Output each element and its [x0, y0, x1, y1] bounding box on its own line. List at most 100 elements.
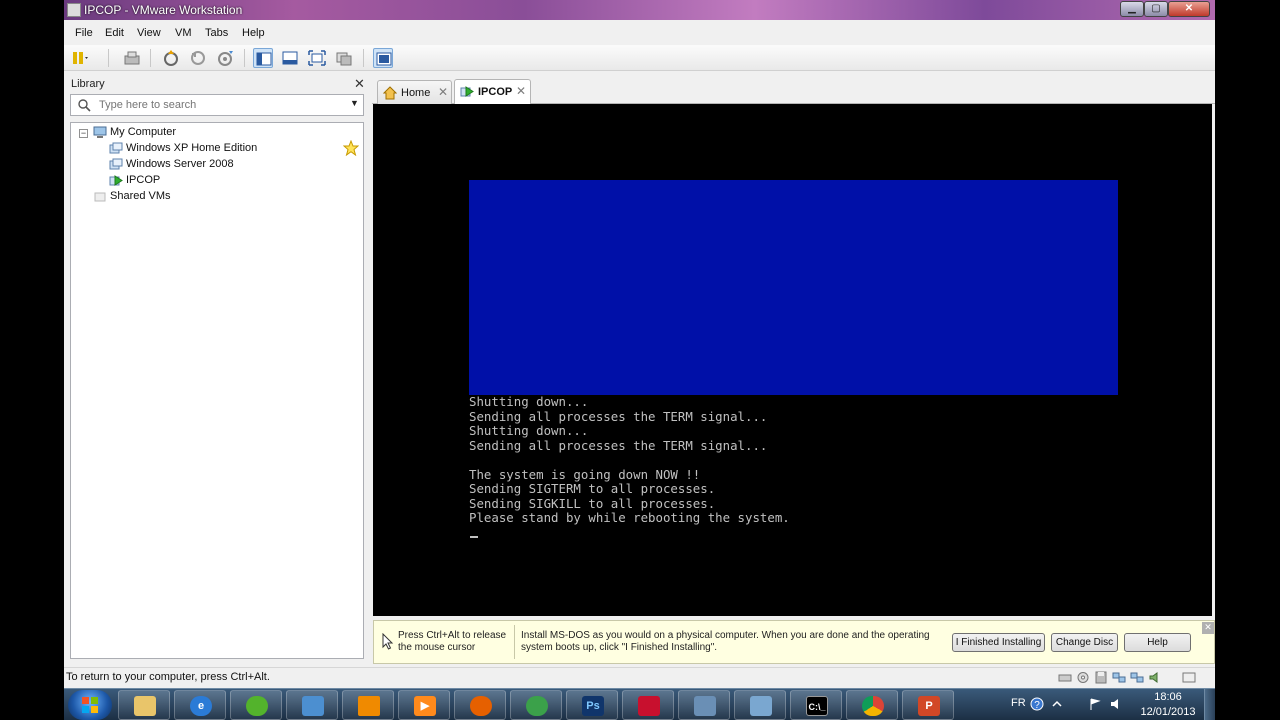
- language-indicator[interactable]: FR: [1011, 697, 1026, 709]
- shared-vms-icon: [94, 192, 106, 202]
- clock-time[interactable]: 18:06: [1140, 691, 1196, 703]
- show-thumbnail-bar-icon[interactable]: [280, 48, 300, 68]
- menu-tabs[interactable]: Tabs: [205, 27, 228, 39]
- console-line: Sending SIGTERM to all processes.: [469, 481, 716, 496]
- library-title: Library: [71, 78, 105, 90]
- taskbar-acrobat[interactable]: [622, 690, 674, 720]
- sound-card-icon[interactable]: [1148, 671, 1162, 684]
- taskbar-media-player[interactable]: ▶: [398, 690, 450, 720]
- tree-node-label: My Computer: [110, 126, 177, 138]
- cd-drive-icon[interactable]: [1076, 671, 1090, 684]
- hard-disk-icon[interactable]: [1058, 671, 1072, 684]
- help-button[interactable]: Help: [1124, 633, 1191, 652]
- floppy-icon[interactable]: [1094, 671, 1108, 684]
- unity-icon[interactable]: [334, 48, 354, 68]
- running-vm-icon: [109, 175, 123, 186]
- menu-file[interactable]: File: [75, 27, 93, 39]
- taskbar-vmware[interactable]: [678, 690, 730, 720]
- i-finished-installing-button[interactable]: I Finished Installing: [952, 633, 1045, 652]
- clock-date[interactable]: 12/01/2013: [1134, 706, 1202, 718]
- tab-strip: Home ✕ IPCOP ✕: [372, 74, 1215, 104]
- vm-icon: [109, 158, 123, 170]
- console-line: Please stand by while rebooting the syst…: [469, 510, 790, 525]
- collapse-icon[interactable]: −: [79, 129, 88, 138]
- help-icon[interactable]: ?: [1030, 697, 1044, 711]
- taskbar-powerpoint[interactable]: P: [902, 690, 954, 720]
- close-button[interactable]: ✕: [1168, 1, 1210, 17]
- action-center-flag-icon[interactable]: [1088, 697, 1102, 711]
- tree-node-label: Windows Server 2008: [126, 158, 234, 170]
- close-tab-icon[interactable]: ✕: [516, 84, 526, 98]
- maximize-button[interactable]: ▢: [1144, 1, 1168, 17]
- taskbar: e ▶ Ps C:\_ P FR ? 18:06 12/01/2013: [64, 688, 1215, 720]
- console-blue-box: [469, 180, 1118, 395]
- taskbar-vlc[interactable]: [342, 690, 394, 720]
- taskbar-globe[interactable]: [510, 690, 562, 720]
- running-vm-icon: [460, 86, 474, 97]
- taskbar-photoshop[interactable]: Ps: [566, 690, 618, 720]
- library-search-input[interactable]: [99, 98, 339, 112]
- close-tab-icon[interactable]: ✕: [438, 85, 448, 99]
- library-tree: − My Computer Windows XP Home Edition Wi…: [70, 122, 364, 659]
- tree-node-label: IPCOP: [126, 174, 161, 186]
- computer-icon: [93, 126, 107, 138]
- tab-ipcop[interactable]: IPCOP ✕: [454, 79, 531, 104]
- toolbar-separator: [363, 49, 364, 67]
- tab-home[interactable]: Home ✕: [377, 80, 452, 104]
- internet-explorer-icon: e: [190, 696, 212, 716]
- vm-console[interactable]: Shutting down... Sending all processes th…: [373, 104, 1212, 616]
- toolbar-separator: [150, 49, 151, 67]
- taskbar-remote-desktop[interactable]: [734, 690, 786, 720]
- vmware-icon: [694, 696, 716, 716]
- show-hidden-icons-icon[interactable]: [1050, 697, 1064, 711]
- library-panel: Library ✕ ▼ − My Computer Windows XP Hom…: [64, 74, 370, 666]
- message-log-icon[interactable]: [1182, 671, 1196, 684]
- title-bar[interactable]: IPCOP - VMware Workstation ▁ ▢ ✕: [64, 0, 1215, 20]
- library-search-box[interactable]: ▼: [70, 94, 364, 116]
- menu-vm[interactable]: VM: [175, 27, 192, 39]
- remote-desktop-icon: [750, 696, 772, 716]
- take-snapshot-icon[interactable]: [161, 48, 181, 68]
- show-library-icon[interactable]: [253, 48, 273, 68]
- media-icon: [246, 696, 268, 716]
- show-desktop-button[interactable]: [1204, 689, 1215, 720]
- full-screen-icon[interactable]: [307, 48, 327, 68]
- vm-icon: [109, 142, 123, 154]
- taskbar-network[interactable]: [286, 690, 338, 720]
- vmware-window: IPCOP - VMware Workstation ▁ ▢ ✕ File Ed…: [64, 0, 1215, 688]
- library-close-icon[interactable]: ✕: [354, 76, 365, 92]
- console-line: Sending SIGKILL to all processes.: [469, 495, 716, 511]
- taskbar-command-prompt[interactable]: C:\_: [790, 690, 842, 720]
- menu-bar: File Edit View VM Tabs Help: [64, 24, 1215, 44]
- menu-view[interactable]: View: [137, 27, 161, 39]
- taskbar-explorer[interactable]: [118, 690, 170, 720]
- taskbar-firefox[interactable]: [454, 690, 506, 720]
- menu-help[interactable]: Help: [242, 27, 265, 39]
- start-button[interactable]: [68, 690, 112, 720]
- close-message-icon[interactable]: ✕: [1202, 622, 1214, 634]
- search-dropdown-icon[interactable]: ▼: [350, 98, 359, 108]
- taskbar-chrome[interactable]: [846, 690, 898, 720]
- windows-logo-icon: [82, 697, 98, 713]
- power-pause-icon[interactable]: [70, 48, 90, 68]
- change-disc-button[interactable]: Change Disc: [1051, 633, 1118, 652]
- send-ctrl-alt-del-icon[interactable]: [122, 48, 142, 68]
- chrome-icon: [862, 696, 884, 716]
- taskbar-media[interactable]: [230, 690, 282, 720]
- revert-snapshot-icon[interactable]: [188, 48, 208, 68]
- network-adapter-icon[interactable]: [1112, 671, 1126, 684]
- taskbar-internet-explorer[interactable]: e: [174, 690, 226, 720]
- toolbar: [64, 45, 1215, 71]
- release-mouse-hint: Press Ctrl+Alt to release the mouse curs…: [398, 630, 507, 653]
- menu-edit[interactable]: Edit: [105, 27, 124, 39]
- snapshot-manager-icon[interactable]: [215, 48, 235, 68]
- favorite-star-icon[interactable]: [343, 140, 359, 156]
- usb-device-icon[interactable]: [1130, 671, 1144, 684]
- toolbar-separator: [244, 49, 245, 67]
- console-view-icon[interactable]: [373, 48, 393, 68]
- photoshop-icon: Ps: [582, 696, 604, 716]
- status-bar: To return to your computer, press Ctrl+A…: [64, 667, 1215, 688]
- minimize-button[interactable]: ▁: [1120, 1, 1144, 17]
- globe-icon: [526, 696, 548, 716]
- volume-icon[interactable]: [1109, 697, 1123, 711]
